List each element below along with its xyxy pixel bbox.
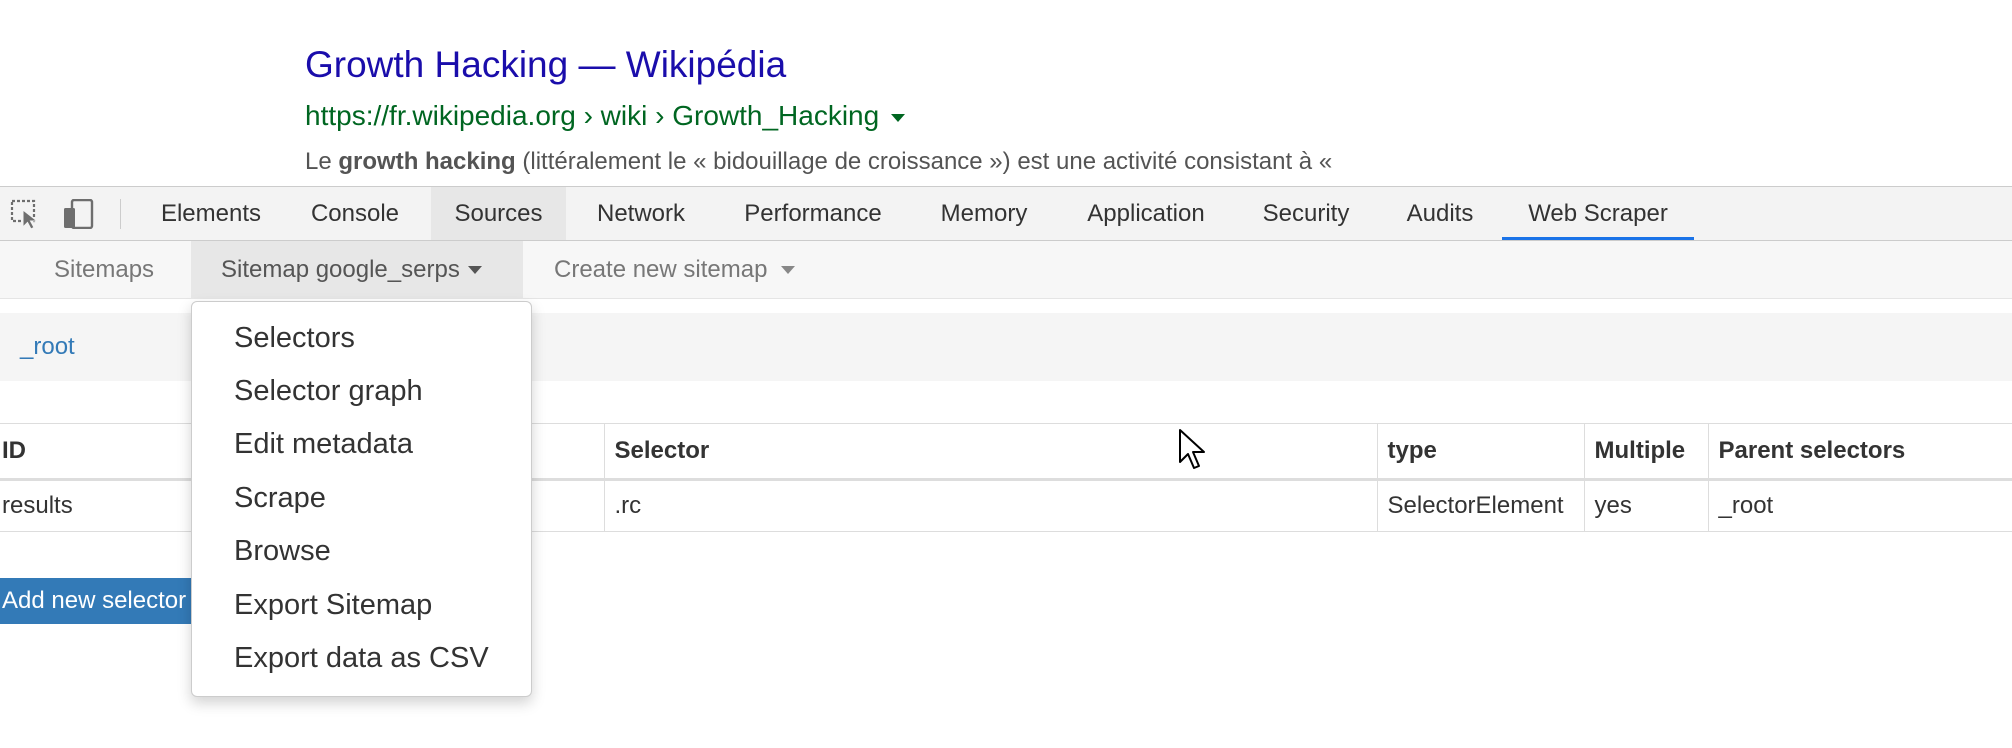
cell-multiple: yes bbox=[1583, 479, 1708, 532]
tab-elements[interactable]: Elements bbox=[143, 187, 279, 240]
chevron-down-icon bbox=[781, 265, 796, 274]
tab-security[interactable]: Security bbox=[1248, 187, 1364, 240]
nav-sitemaps[interactable]: Sitemaps bbox=[54, 241, 154, 299]
column-header-multiple: Multiple bbox=[1583, 423, 1708, 481]
cell-selector: .rc bbox=[603, 479, 1377, 532]
breadcrumb-root-link[interactable]: _root bbox=[20, 333, 75, 361]
column-header-parent-selectors: Parent selectors bbox=[1707, 423, 2012, 481]
tab-sources[interactable]: Sources bbox=[431, 187, 566, 240]
cell-parent-selectors: _root bbox=[1707, 479, 2012, 532]
mouse-pointer-icon bbox=[1178, 428, 1206, 475]
result-url[interactable]: https://fr.wikipedia.org › wiki › Growth… bbox=[305, 100, 906, 132]
add-new-selector-button[interactable]: Add new selector bbox=[0, 578, 202, 624]
url-dropdown-caret-icon[interactable] bbox=[891, 114, 906, 122]
current-sitemap-label: Sitemap google_serps bbox=[221, 256, 460, 283]
tab-memory[interactable]: Memory bbox=[924, 187, 1044, 240]
column-header-selector: Selector bbox=[603, 423, 1377, 481]
menu-item-export-csv[interactable]: Export data as CSV bbox=[192, 632, 531, 684]
menu-item-export-sitemap[interactable]: Export Sitemap bbox=[192, 579, 531, 631]
tab-application[interactable]: Application bbox=[1069, 187, 1223, 240]
chevron-down-icon bbox=[467, 265, 482, 274]
menu-item-edit-metadata[interactable]: Edit metadata bbox=[192, 418, 531, 470]
inspect-element-icon[interactable] bbox=[10, 199, 44, 230]
menu-item-selectors[interactable]: Selectors bbox=[192, 312, 531, 364]
menu-item-selector-graph[interactable]: Selector graph bbox=[192, 365, 531, 417]
column-header-type: type bbox=[1376, 423, 1584, 481]
web-scraper-nav: Sitemaps Sitemap google_serps Create new… bbox=[0, 241, 2012, 299]
tab-web-scraper[interactable]: Web Scraper bbox=[1502, 187, 1694, 240]
sitemap-dropdown-menu: Selectors Selector graph Edit metadata S… bbox=[191, 301, 532, 697]
nav-create-sitemap[interactable]: Create new sitemap bbox=[554, 241, 796, 299]
result-url-text[interactable]: https://fr.wikipedia.org › wiki › Growth… bbox=[305, 100, 879, 132]
tab-audits[interactable]: Audits bbox=[1390, 187, 1490, 240]
tab-console[interactable]: Console bbox=[300, 187, 410, 240]
result-snippet: Le growth hacking (littéralement le « bi… bbox=[305, 148, 1332, 176]
menu-item-browse[interactable]: Browse bbox=[192, 525, 531, 577]
nav-current-sitemap[interactable]: Sitemap google_serps bbox=[191, 241, 523, 299]
toolbar-divider bbox=[120, 199, 121, 229]
menu-item-scrape[interactable]: Scrape bbox=[192, 472, 531, 524]
tab-network[interactable]: Network bbox=[580, 187, 702, 240]
cell-type: SelectorElement bbox=[1376, 479, 1584, 532]
snippet-bold-term: growth hacking bbox=[338, 148, 516, 175]
snippet-prefix: Le bbox=[305, 148, 339, 175]
create-sitemap-label: Create new sitemap bbox=[554, 256, 768, 283]
snippet-rest: (littéralement le « bidouillage de crois… bbox=[515, 148, 1333, 175]
result-title-link[interactable]: Growth Hacking — Wikipédia bbox=[305, 44, 786, 86]
device-toolbar-icon[interactable] bbox=[62, 198, 96, 230]
tab-performance[interactable]: Performance bbox=[726, 187, 900, 240]
devtools-tab-bar: Elements Console Sources Network Perform… bbox=[0, 186, 2012, 241]
